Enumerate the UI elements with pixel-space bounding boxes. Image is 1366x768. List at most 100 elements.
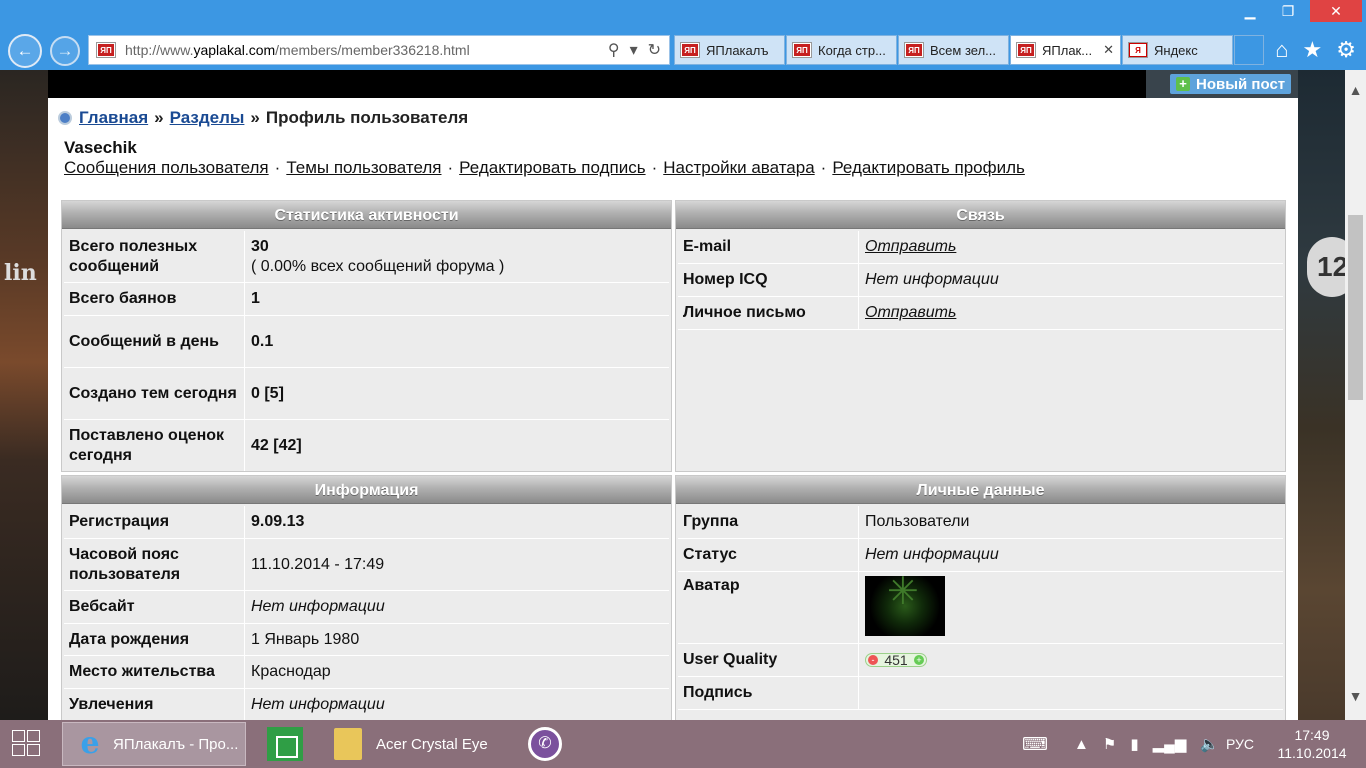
tab-label: Яндекс (1154, 42, 1198, 58)
table-row: Вебсайт Нет информации (64, 591, 669, 624)
row-key: Номер ICQ (678, 264, 859, 296)
volume-icon[interactable]: 🔈 (1200, 735, 1219, 753)
profile-action-links: Сообщения пользователя · Темы пользователя… (64, 158, 1025, 178)
taskbar-acer-item[interactable]: Acer Crystal Eye (324, 722, 506, 766)
input-language-indicator[interactable]: РУС (1226, 720, 1254, 768)
table-row: Личное письмо Отправить (678, 297, 1283, 330)
close-button[interactable]: ✕ (1310, 0, 1362, 22)
tab-yandex[interactable]: Я Яндекс (1122, 35, 1233, 65)
dropdown-chevron-icon[interactable]: ▾ (630, 40, 638, 60)
right-ad-banner[interactable] (1298, 70, 1345, 720)
row-key: Всего баянов (64, 283, 245, 315)
tab-label: ЯПлак... (1042, 42, 1093, 58)
taskbar-store-item[interactable] (262, 722, 308, 766)
vertical-scrollbar[interactable]: ▲ ▼ (1345, 70, 1366, 720)
tab-label: Когда стр... (818, 42, 886, 58)
left-ad-banner[interactable]: lin (0, 70, 48, 720)
user-posts-link[interactable]: Сообщения пользователя (64, 158, 269, 177)
breadcrumb-current: Профиль пользователя (265, 108, 469, 127)
rate-up-button[interactable]: + (914, 655, 924, 665)
row-key: Увлечения (64, 689, 245, 720)
minimize-button[interactable]: ▁ (1236, 0, 1264, 22)
row-value: Нет информации (865, 546, 999, 563)
row-key: User Quality (678, 644, 859, 676)
touch-keyboard-icon[interactable]: ⌨ (1022, 720, 1048, 768)
breadcrumb-home-link[interactable]: Главная (79, 108, 148, 128)
address-bar[interactable]: ЯП http://www.yaplakal.com/members/membe… (88, 35, 670, 65)
tab-close-icon[interactable]: ✕ (1103, 42, 1114, 58)
row-value (859, 677, 1283, 709)
home-icon[interactable]: ⌂ (1275, 37, 1288, 63)
row-key: Поставлено оценок сегодня (64, 420, 245, 471)
row-value: Нет информации (251, 598, 385, 615)
panel-title: Связь (676, 201, 1285, 229)
row-value: 9.09.13 (251, 513, 305, 530)
system-clock[interactable]: 17:49 11.10.2014 (1270, 726, 1354, 762)
user-topics-link[interactable]: Темы пользователя (286, 158, 441, 177)
action-center-flag-icon[interactable]: ⚑ (1103, 735, 1116, 753)
row-key: Создано тем сегодня (64, 368, 245, 419)
send-email-link[interactable]: Отправить (865, 237, 1277, 257)
browser-toolbar: ← → ЯП http://www.yaplakal.com/members/m… (0, 30, 1366, 70)
search-icon[interactable]: ⚲ (608, 40, 620, 60)
row-key: Сообщений в день (64, 316, 245, 367)
row-key: Дата рождения (64, 624, 245, 655)
folder-icon (334, 728, 362, 760)
new-post-button[interactable]: + Новый пост (1170, 74, 1292, 94)
tab-yaplakal-1[interactable]: ЯП ЯПлакалъ (674, 35, 785, 65)
table-row: User Quality - 451 + (678, 644, 1283, 677)
viber-icon: ✆ (528, 727, 562, 761)
system-tray: ▲ ⚑ ▮ ▂▄▆ 🔈 (1074, 720, 1219, 768)
windows-taskbar: e ЯПлакалъ - Про... Acer Crystal Eye ✆ ⌨… (0, 720, 1366, 768)
scroll-up-icon[interactable]: ▲ (1345, 80, 1366, 100)
table-row: Группа Пользователи (678, 506, 1283, 539)
maximize-button[interactable]: ❐ (1274, 0, 1302, 22)
table-row: Часовой пояс пользователя 11.10.2014 - 1… (64, 539, 669, 591)
windows-start-icon[interactable] (12, 730, 42, 758)
refresh-icon[interactable]: ↻ (648, 40, 661, 60)
new-tab-button[interactable] (1234, 35, 1264, 65)
row-key: Регистрация (64, 506, 245, 538)
battery-icon[interactable]: ▮ (1130, 735, 1138, 753)
forward-arrow-icon: → (56, 41, 74, 60)
tab-label: ЯПлакалъ (706, 42, 769, 58)
taskbar-viber-item[interactable]: ✆ (520, 722, 570, 766)
row-value: 0 [5] (251, 384, 284, 402)
link-separator: · (447, 158, 454, 177)
panel-title: Личные данные (676, 476, 1285, 504)
site-favicon-icon: ЯП (905, 43, 923, 57)
network-signal-icon[interactable]: ▂▄▆ (1153, 735, 1187, 753)
url-text[interactable]: http://www.yaplakal.com/members/member33… (125, 42, 470, 58)
taskbar-item-label: Acer Crystal Eye (376, 735, 488, 753)
breadcrumb-sections-link[interactable]: Разделы (170, 108, 245, 128)
profile-username: Vasechik (64, 138, 137, 157)
tab-yaplakal-2[interactable]: ЯП Когда стр... (786, 35, 897, 65)
show-hidden-icons-chevron-icon[interactable]: ▲ (1074, 736, 1089, 753)
row-key: Всего полезных сообщений (64, 231, 245, 282)
rate-down-button[interactable]: - (868, 655, 878, 665)
user-quality-score: 451 (884, 652, 908, 668)
forward-button[interactable]: → (50, 36, 80, 66)
breadcrumb-separator: » (154, 108, 164, 127)
row-key: E-mail (678, 231, 859, 263)
table-row: Место жительства Краснодар (64, 656, 669, 689)
panel-title: Статистика активности (62, 201, 671, 229)
taskbar-ie-item[interactable]: e ЯПлакалъ - Про... (62, 722, 246, 766)
row-value: - 451 + (859, 644, 1283, 676)
back-button[interactable]: ← (8, 34, 42, 68)
row-value: Нет информации (865, 271, 999, 288)
edit-signature-link[interactable]: Редактировать подпись (459, 158, 645, 177)
tab-yaplakal-active[interactable]: ЯП ЯПлак... ✕ (1010, 35, 1121, 65)
scroll-thumb[interactable] (1348, 215, 1363, 400)
row-value: 1 (251, 290, 260, 307)
scroll-down-icon[interactable]: ▼ (1345, 686, 1366, 706)
tab-yaplakal-3[interactable]: ЯП Всем зел... (898, 35, 1009, 65)
settings-gear-icon[interactable]: ⚙ (1336, 37, 1356, 63)
edit-profile-link[interactable]: Редактировать профиль (832, 158, 1025, 177)
avatar-settings-link[interactable]: Настройки аватара (663, 158, 814, 177)
row-key: Аватар (678, 572, 859, 643)
send-pm-link[interactable]: Отправить (865, 303, 1277, 323)
row-value: Краснодар (251, 663, 331, 680)
favorites-star-icon[interactable]: ★ (1303, 37, 1323, 63)
personal-data-panel: Личные данные Группа Пользователи Статус… (675, 475, 1286, 720)
